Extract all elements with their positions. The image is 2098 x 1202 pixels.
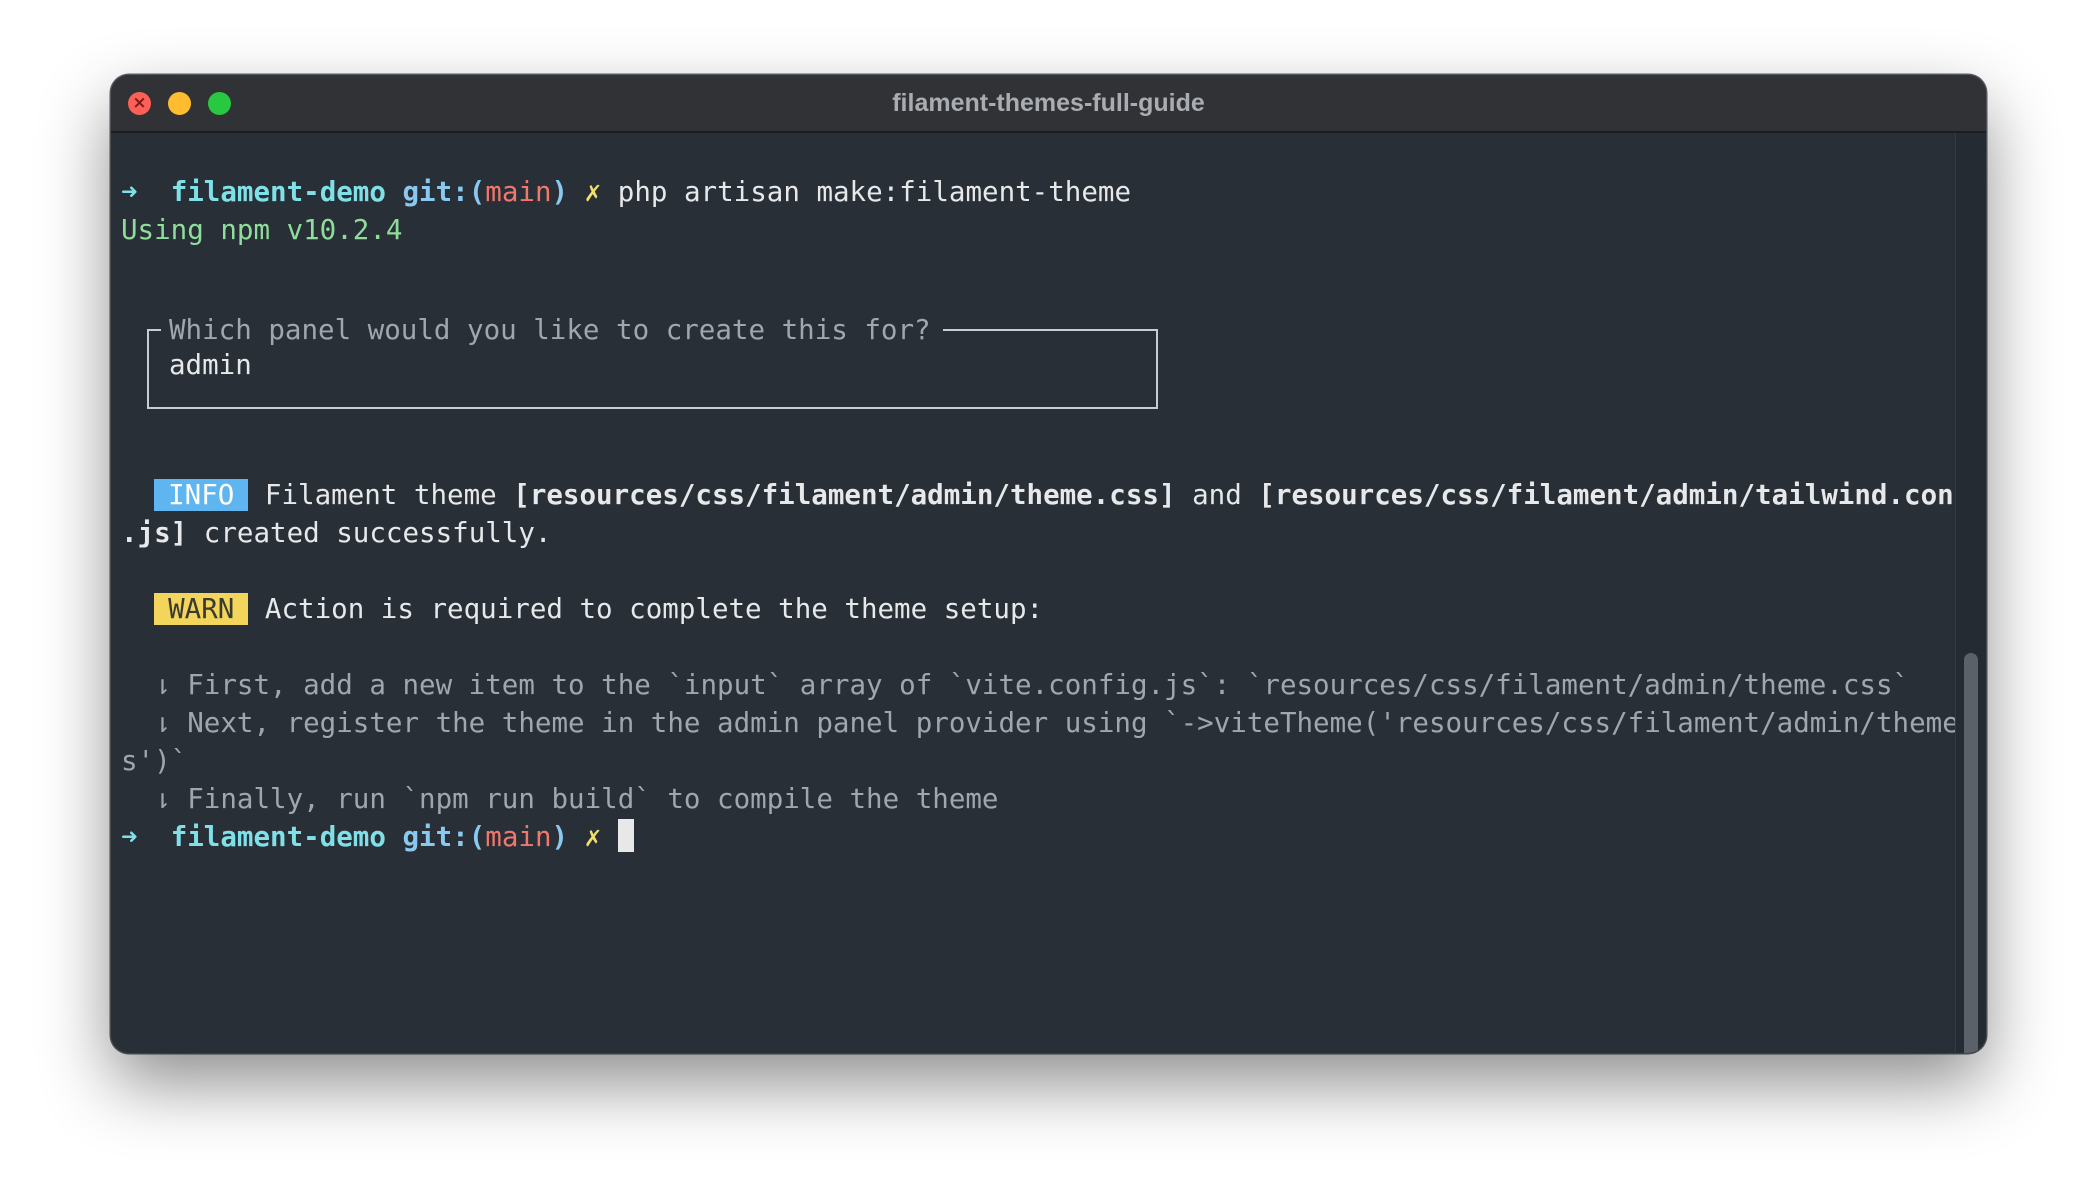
git-label: git:(	[402, 821, 486, 853]
git-branch: main	[485, 821, 552, 853]
git-label: git:(	[402, 176, 486, 208]
setup-step-1: ⇂ First, add a new item to the `input` a…	[121, 669, 1910, 701]
panel-prompt-question: Which panel would you like to create thi…	[161, 311, 943, 349]
info-text-2: and	[1175, 479, 1259, 511]
warn-message-line: WARN Action is required to complete the …	[121, 590, 1043, 628]
setup-step-2-wrap: s')`	[121, 745, 188, 777]
dirty-mark-icon: ✗	[584, 821, 602, 853]
npm-version-line: Using npm v10.2.4	[121, 214, 403, 246]
info-text-3: created successfully.	[187, 517, 552, 549]
panel-prompt-answer: admin	[169, 349, 252, 381]
title-bar: × filament-themes-full-guide	[111, 75, 1986, 133]
setup-step-3: ⇂ Finally, run `npm run build` to compil…	[121, 783, 999, 815]
tailwind-config-path-wrap: .js]	[121, 517, 188, 549]
scrollbar-thumb[interactable]	[1964, 653, 1978, 1053]
text-cursor	[617, 819, 634, 852]
command-line: ➜ filament-demo git:(main) ✗ php artisan…	[121, 173, 1131, 211]
info-text-1: Filament theme	[248, 479, 514, 511]
info-message-line: INFO Filament theme [resources/css/filam…	[121, 476, 1956, 514]
git-label-close: )	[551, 821, 569, 853]
prompt-directory: filament-demo	[170, 821, 386, 853]
prompt-arrow-icon: ➜	[121, 821, 138, 853]
tailwind-config-path: [resources/css/filament/admin/tailwind.c…	[1258, 479, 1956, 511]
setup-step-2: ⇂ Next, register the theme in the admin …	[121, 707, 1956, 739]
theme-css-path: [resources/css/filament/admin/theme.css]	[513, 479, 1176, 511]
current-prompt-line[interactable]: ➜ filament-demo git:(main) ✗	[121, 818, 634, 856]
git-branch: main	[485, 176, 552, 208]
warn-text: Action is required to complete the theme…	[248, 593, 1044, 625]
info-badge: INFO	[154, 479, 249, 511]
typed-command: php artisan make:filament-theme	[617, 176, 1132, 208]
info-message-line-wrap: .js] created successfully.	[121, 514, 551, 552]
panel-select-prompt[interactable]: Which panel would you like to create thi…	[147, 311, 1158, 409]
terminal-window: × filament-themes-full-guide ➜ filament-…	[111, 75, 1986, 1053]
dirty-mark-icon: ✗	[584, 176, 602, 208]
vertical-scrollbar[interactable]	[1955, 133, 1986, 1053]
prompt-arrow-icon: ➜	[121, 176, 138, 208]
warn-badge: WARN	[154, 593, 249, 625]
window-title: filament-themes-full-guide	[892, 89, 1205, 117]
git-label-close: )	[551, 176, 569, 208]
terminal-output[interactable]: ➜ filament-demo git:(main) ✗ php artisan…	[111, 133, 1956, 1053]
prompt-directory: filament-demo	[170, 176, 386, 208]
